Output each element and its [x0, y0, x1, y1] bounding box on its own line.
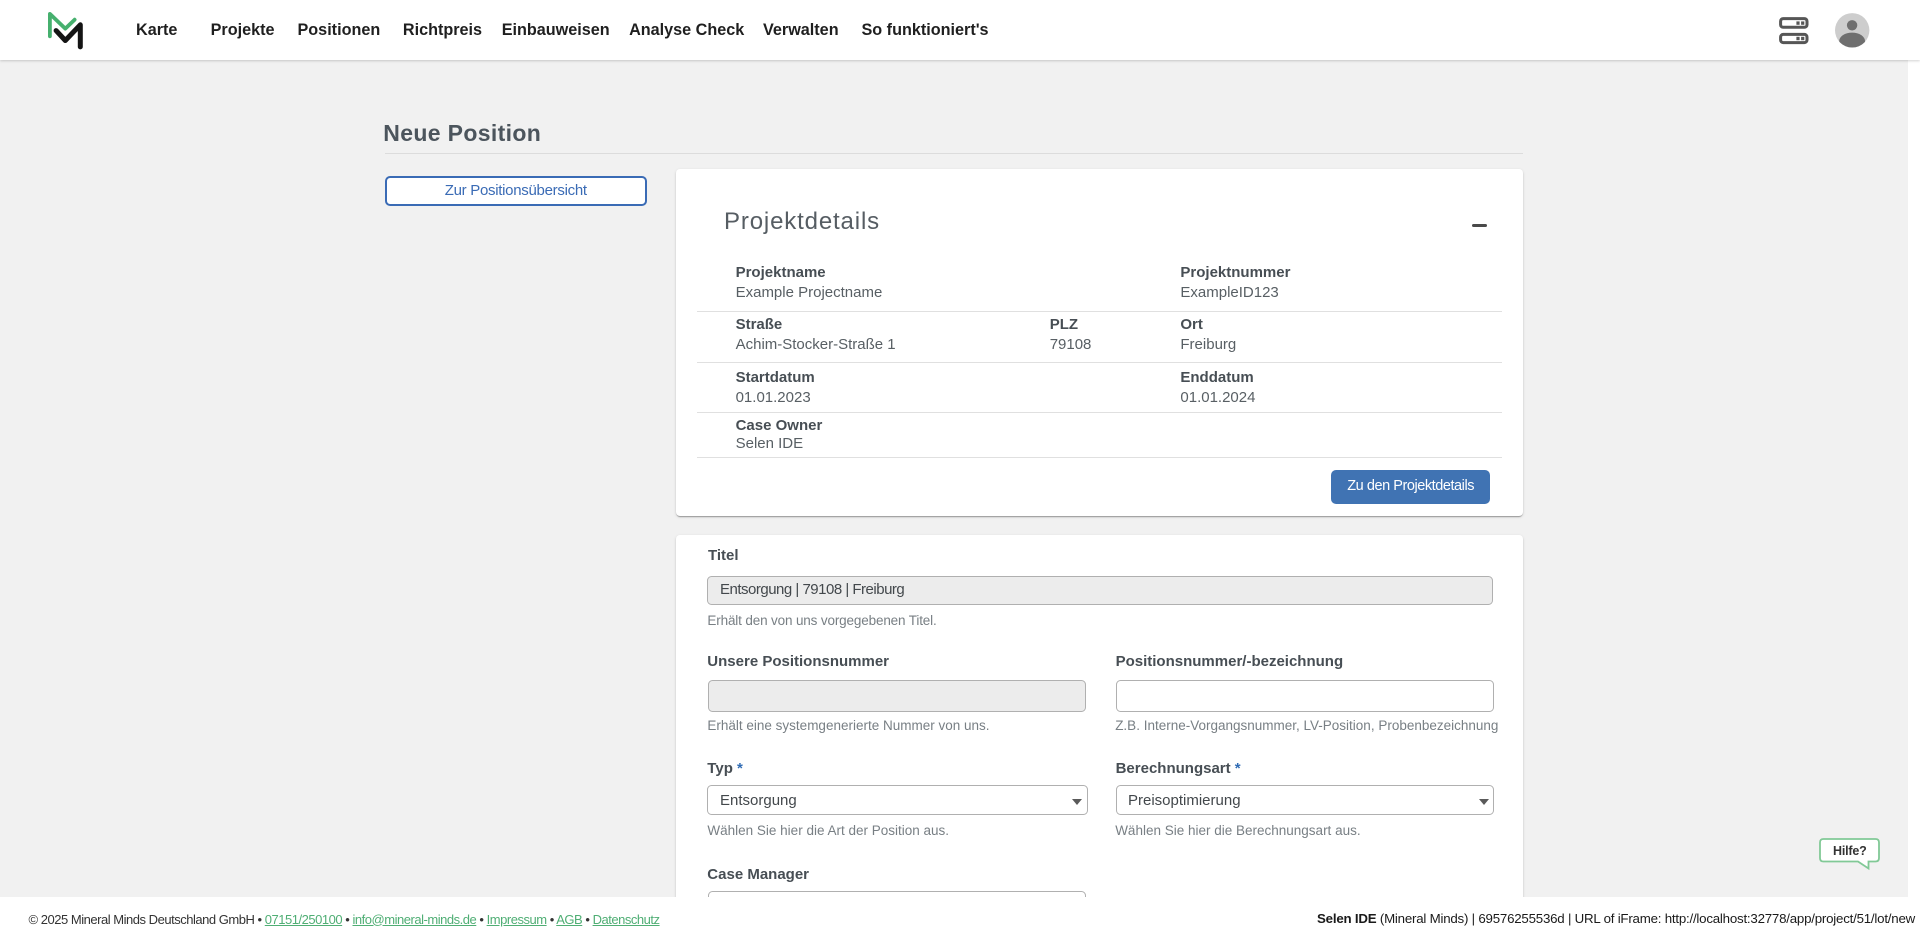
svg-text:Hilfe?: Hilfe?	[1833, 844, 1867, 858]
